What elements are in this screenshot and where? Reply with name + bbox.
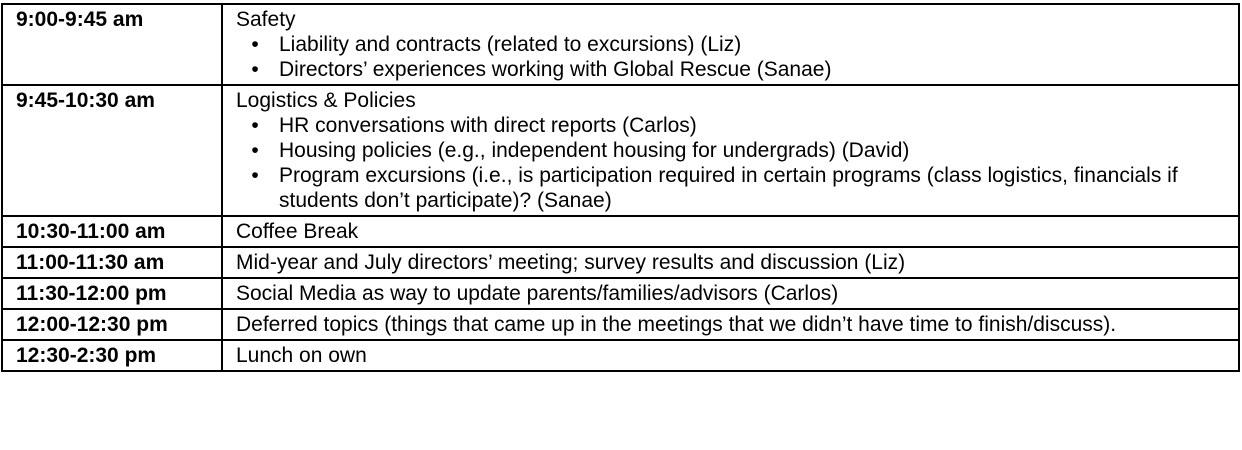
bullet-icon: • xyxy=(251,114,259,137)
agenda-topic-cell: Safety • Liability and contracts (relate… xyxy=(221,3,1240,86)
schedule-row: 12:30-2:30 pm Lunch on own xyxy=(1,339,1240,372)
agenda-topic-cell: Deferred topics (things that came up in … xyxy=(221,308,1240,341)
schedule-row: 9:00-9:45 am Safety • Liability and cont… xyxy=(1,3,1240,86)
bullet-icon: • xyxy=(251,33,259,56)
time-slot: 9:45-10:30 am xyxy=(1,84,223,217)
bullet-list: • HR conversations with direct reports (… xyxy=(236,113,1237,213)
time-slot: 10:30-11:00 am xyxy=(1,215,223,248)
bullet-icon: • xyxy=(251,164,259,187)
topic-title: Coffee Break xyxy=(236,220,359,243)
time-slot: 11:00-11:30 am xyxy=(1,246,223,279)
bullet-item: • Liability and contracts (related to ex… xyxy=(236,32,1237,57)
bullet-text: Liability and contracts (related to excu… xyxy=(279,33,742,56)
schedule-row: 11:30-12:00 pm Social Media as way to up… xyxy=(1,277,1240,310)
schedule-row: 12:00-12:30 pm Deferred topics (things t… xyxy=(1,308,1240,341)
schedule-row: 9:45-10:30 am Logistics & Policies • HR … xyxy=(1,84,1240,217)
schedule-row: 11:00-11:30 am Mid-year and July directo… xyxy=(1,246,1240,279)
time-slot: 12:00-12:30 pm xyxy=(1,308,223,341)
bullet-icon: • xyxy=(251,58,259,81)
bullet-item: • Directors’ experiences working with Gl… xyxy=(236,57,1237,82)
bullet-item: • Program excursions (i.e., is participa… xyxy=(236,163,1237,213)
time-slot: 9:00-9:45 am xyxy=(1,3,223,86)
bullet-text: Directors’ experiences working with Glob… xyxy=(279,58,832,81)
bullet-icon: • xyxy=(251,139,259,162)
topic-title: Social Media as way to update parents/fa… xyxy=(236,282,839,305)
schedule-row: 10:30-11:00 am Coffee Break xyxy=(1,215,1240,248)
time-slot: 11:30-12:00 pm xyxy=(1,277,223,310)
topic-title: Deferred topics (things that came up in … xyxy=(236,313,1117,336)
agenda-topic-cell: Logistics & Policies • HR conversations … xyxy=(221,84,1240,217)
bullet-list: • Liability and contracts (related to ex… xyxy=(236,32,1237,82)
agenda-topic-cell: Coffee Break xyxy=(221,215,1240,248)
agenda-topic-cell: Social Media as way to update parents/fa… xyxy=(221,277,1240,310)
bullet-item: • HR conversations with direct reports (… xyxy=(236,113,1237,138)
topic-title: Lunch on own xyxy=(236,344,367,367)
topic-title: Logistics & Policies xyxy=(236,89,416,112)
bullet-item: • Housing policies (e.g., independent ho… xyxy=(236,138,1237,163)
agenda-topic-cell: Lunch on own xyxy=(221,339,1240,372)
time-slot: 12:30-2:30 pm xyxy=(1,339,223,372)
bullet-text: Housing policies (e.g., independent hous… xyxy=(279,139,910,162)
topic-title: Safety xyxy=(236,8,296,31)
topic-title: Mid-year and July directors’ meeting; su… xyxy=(236,251,906,274)
agenda-topic-cell: Mid-year and July directors’ meeting; su… xyxy=(221,246,1240,279)
bullet-text: HR conversations with direct reports (Ca… xyxy=(279,114,697,137)
bullet-text: Program excursions (i.e., is participati… xyxy=(279,164,1178,212)
schedule-table: 9:00-9:45 am Safety • Liability and cont… xyxy=(1,3,1240,372)
